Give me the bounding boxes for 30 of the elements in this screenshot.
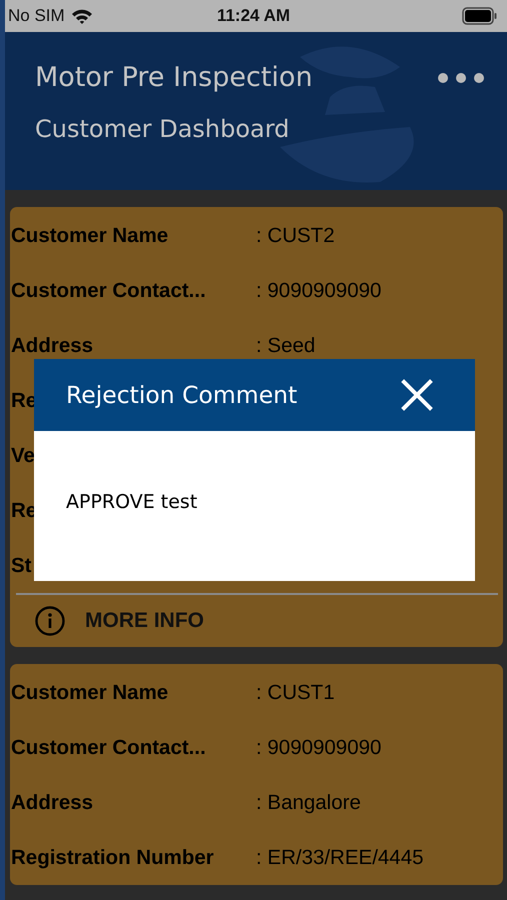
field-value: : 9090909090 <box>256 278 382 302</box>
field-label: Customer Name <box>11 224 168 246</box>
battery-icon <box>462 7 498 25</box>
field-label: Address <box>11 334 94 356</box>
field-value: : CUST1 <box>256 680 335 704</box>
field-value: : Bangalore <box>256 790 361 814</box>
info-icon <box>35 606 65 636</box>
field-label: St <box>11 554 32 576</box>
field-value: : Seed <box>256 334 316 358</box>
comment-text: APPROVE test <box>66 491 198 513</box>
field-label: Customer Contact... <box>11 278 206 302</box>
field-label: Customer Contact... <box>11 736 206 758</box>
ellipsis-icon <box>437 72 485 84</box>
close-button[interactable] <box>401 379 433 411</box>
app-title: Motor Pre Inspection <box>35 62 313 93</box>
clock-time: 11:24 AM <box>216 6 290 26</box>
carrier-label: No SIM <box>8 6 65 26</box>
dialog-title: Rejection Comment <box>66 381 298 409</box>
more-info-button[interactable]: MORE INFO <box>11 595 204 647</box>
field-value: : CUST2 <box>256 224 335 248</box>
more-options-button[interactable] <box>437 72 485 84</box>
field-value: : 9090909090 <box>256 736 382 760</box>
close-icon <box>401 379 433 411</box>
field-label: Ve <box>11 444 35 466</box>
field-label: Address <box>11 790 94 814</box>
field-label: Registration Number <box>11 846 214 868</box>
wifi-icon <box>70 8 93 24</box>
field-value: : ER/33/REE/4445 <box>256 846 424 870</box>
page-subtitle: Customer Dashboard <box>35 115 290 143</box>
field-label: Customer Name <box>11 680 168 704</box>
